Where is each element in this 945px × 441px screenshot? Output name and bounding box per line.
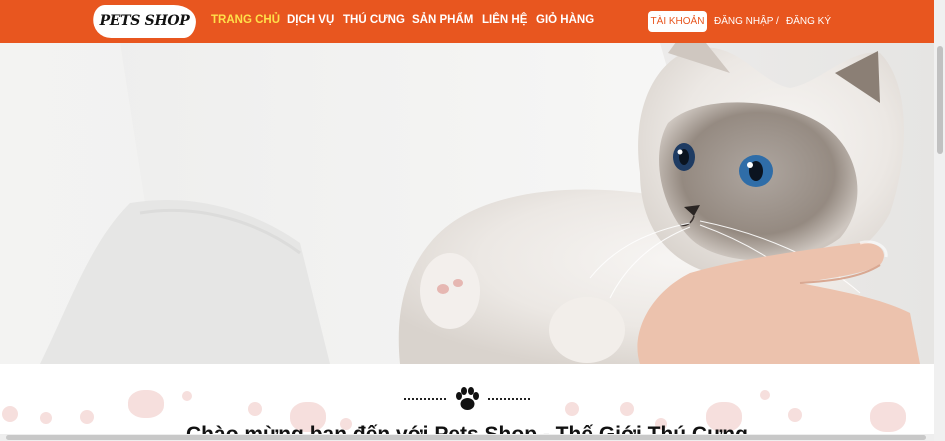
nav-gio-hang[interactable]: GIỎ HÀNG: [536, 14, 594, 26]
paw-decor: [788, 408, 802, 422]
page: PETS SHOP TRANG CHỦ DỊCH VỤ THÚ CƯNG SẢN…: [0, 0, 934, 441]
paw-decor: [760, 390, 770, 400]
paw-decor: [128, 390, 164, 418]
login-link[interactable]: ĐĂNG NHẬP: [714, 16, 773, 27]
horizontal-scrollbar-thumb[interactable]: [6, 435, 926, 440]
paw-decor: [248, 402, 262, 416]
register-link[interactable]: ĐĂNG KÝ: [786, 16, 831, 27]
hero-cat-illustration: [40, 43, 920, 364]
top-navbar: PETS SHOP TRANG CHỦ DỊCH VỤ THÚ CƯNG SẢN…: [0, 0, 934, 43]
account-button[interactable]: TÀI KHOẢN: [648, 11, 707, 32]
nav-san-pham[interactable]: SẢN PHẨM: [412, 14, 473, 26]
paw-decor: [182, 391, 192, 401]
paw-decor: [565, 402, 579, 416]
divider-right: [488, 398, 530, 400]
divider-left: [404, 398, 446, 400]
nav-thu-cung[interactable]: THÚ CƯNG: [343, 14, 405, 26]
logo-text: PETS SHOP: [99, 13, 190, 29]
nav-lien-he[interactable]: LIÊN HỆ: [482, 14, 527, 26]
auth-separator: /: [776, 16, 779, 27]
logo[interactable]: PETS SHOP: [91, 5, 198, 38]
hero-banner: [0, 43, 934, 364]
paw-decor: [80, 410, 94, 424]
vertical-scrollbar-thumb[interactable]: [937, 46, 943, 154]
paw-decor: [620, 402, 634, 416]
paw-decor: [2, 406, 18, 422]
nav-trang-chu[interactable]: TRANG CHỦ: [211, 14, 280, 26]
paw-icon: [456, 387, 479, 410]
nav-dich-vu[interactable]: DỊCH VỤ: [287, 14, 334, 26]
